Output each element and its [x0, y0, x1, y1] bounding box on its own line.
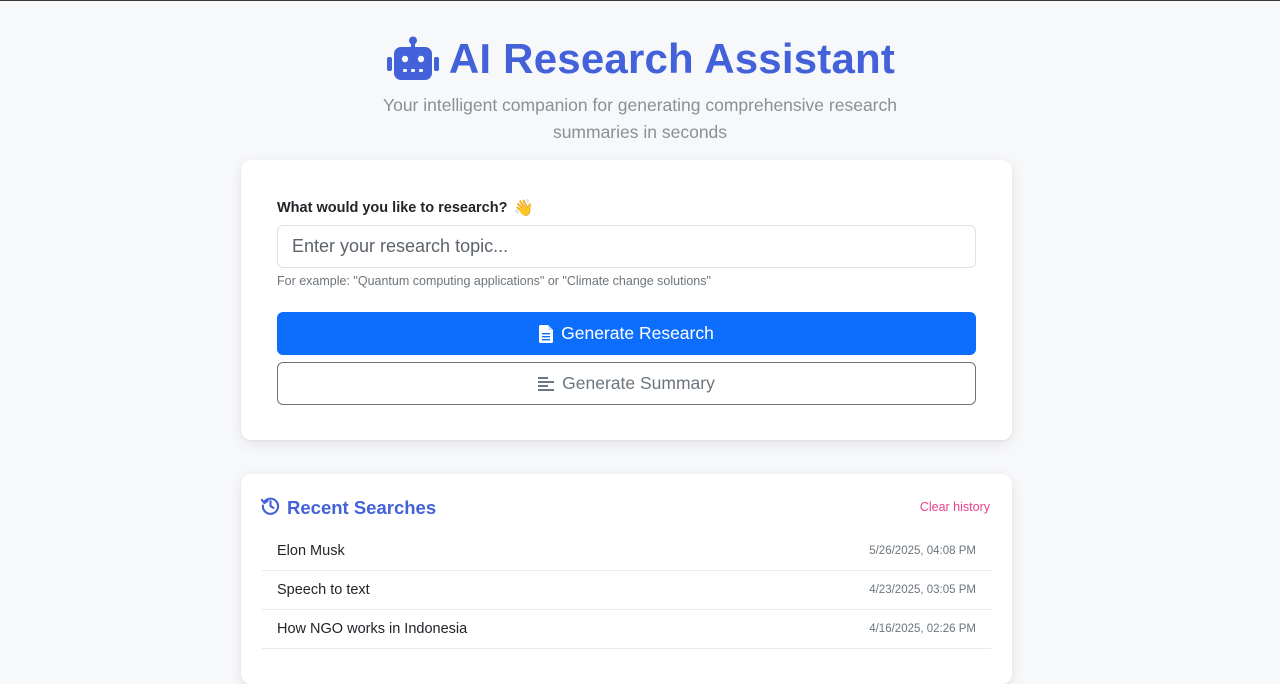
history-icon [260, 496, 280, 520]
recent-searches-card: Recent Searches Clear history Elon Musk … [241, 474, 1012, 684]
search-timestamp: 5/26/2025, 04:08 PM [869, 545, 976, 557]
search-timestamp: 4/16/2025, 02:26 PM [869, 623, 976, 635]
search-topic: Speech to text [277, 582, 370, 598]
waving-hand-icon: 👋 [513, 200, 534, 217]
generate-summary-button[interactable]: Generate Summary [277, 362, 976, 405]
page-title: AI Research Assistant [448, 35, 896, 82]
recent-searches-list: Elon Musk 5/26/2025, 04:08 PM Speech to … [262, 532, 991, 649]
research-topic-input[interactable] [277, 225, 976, 268]
generate-summary-label: Generate Summary [562, 373, 715, 393]
research-label: What would you like to research? 👋 [277, 198, 533, 218]
research-form-card: What would you like to research? 👋 For e… [241, 160, 1012, 440]
search-timestamp: 4/23/2025, 03:05 PM [869, 584, 976, 596]
list-item[interactable]: Speech to text 4/23/2025, 03:05 PM [262, 571, 991, 610]
align-left-icon [538, 376, 555, 392]
file-text-icon [539, 324, 554, 343]
list-item[interactable]: Elon Musk 5/26/2025, 04:08 PM [262, 532, 991, 571]
input-hint: For example: "Quantum computing applicat… [277, 274, 711, 288]
research-label-text: What would you like to research? [277, 200, 508, 216]
clear-history-link[interactable]: Clear history [920, 500, 990, 514]
robot-icon [385, 36, 441, 82]
recent-searches-title: Recent Searches [287, 497, 437, 518]
generate-research-button[interactable]: Generate Research [277, 312, 976, 355]
list-item[interactable]: How NGO works in Indonesia 4/16/2025, 02… [262, 610, 991, 649]
search-topic: How NGO works in Indonesia [277, 621, 468, 637]
title-row: AI Research Assistant [0, 30, 1280, 88]
page-header: AI Research Assistant Your intelligent c… [0, 30, 1280, 146]
generate-research-label: Generate Research [561, 323, 714, 343]
page-subtitle: Your intelligent companion for generatin… [383, 95, 897, 142]
search-topic: Elon Musk [277, 543, 345, 559]
window-top-border [0, 0, 1280, 1]
recent-searches-header: Recent Searches [260, 496, 437, 520]
